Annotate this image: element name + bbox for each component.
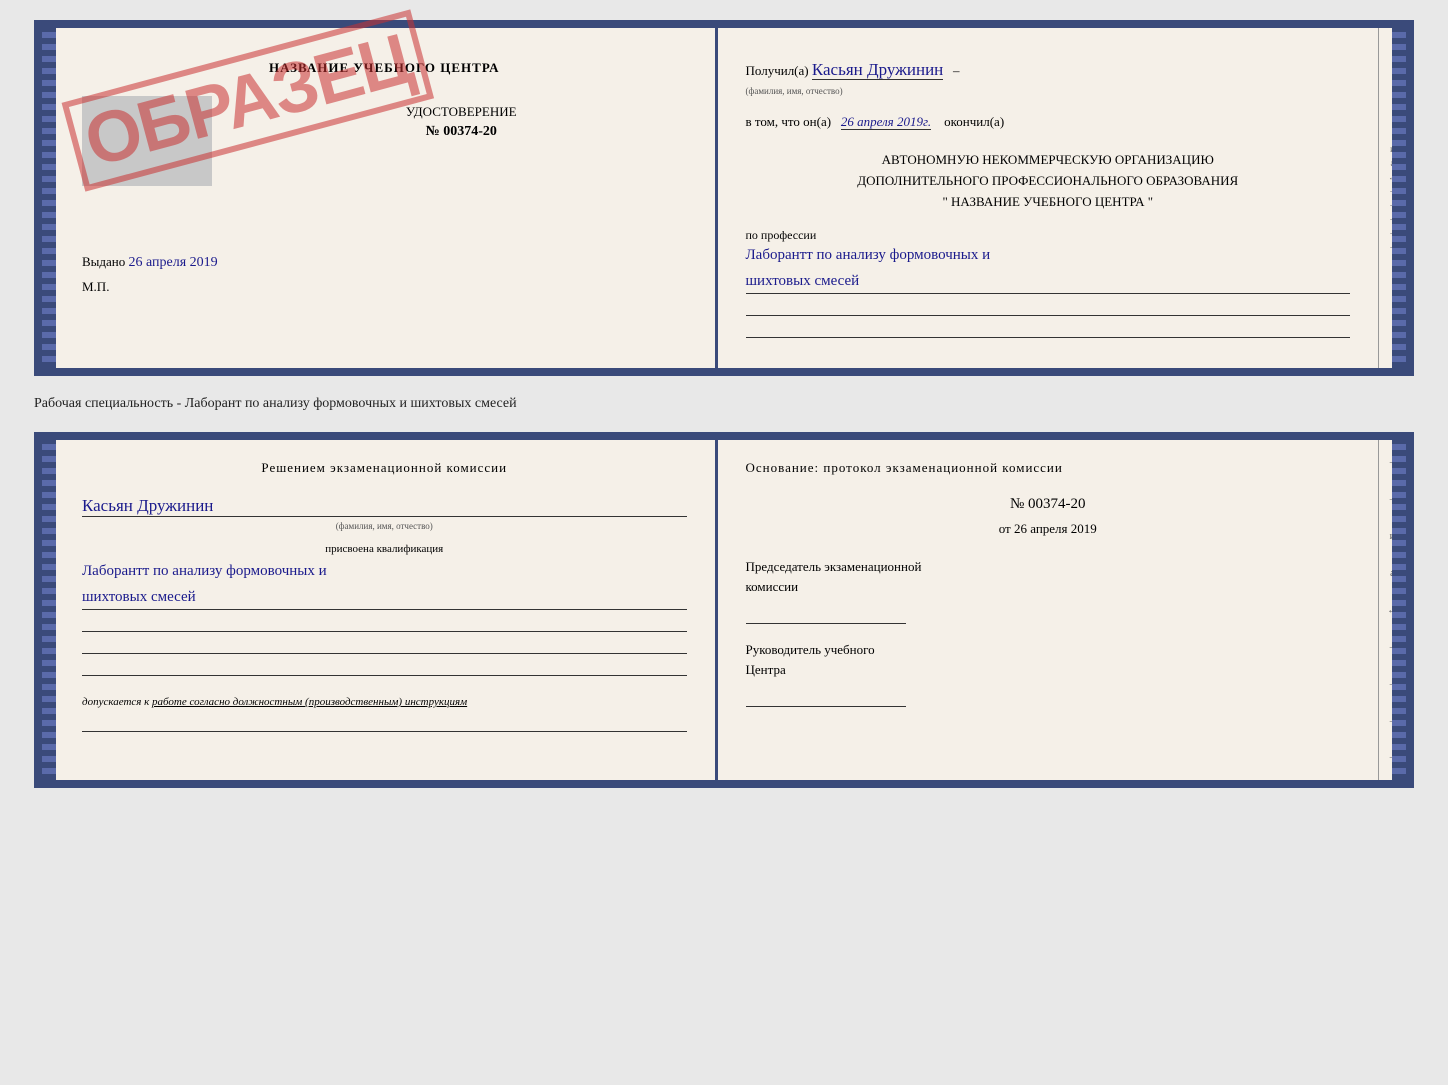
po-professii-block: по профессии Лаборантт по анализу формов… <box>746 228 1351 338</box>
rukovoditel-line2: Центра <box>746 660 1351 680</box>
completed-date: 26 апреля 2019г. <box>841 114 931 130</box>
po-professii-label: по профессии <box>746 228 1351 243</box>
top-right-half: Получил(a) Касьян Дружинин – (фамилия, и… <box>718 28 1379 368</box>
predsedatel-signature <box>746 604 906 624</box>
predsedatel-line1: Председатель экзаменационной <box>746 557 1351 577</box>
rukovoditel-block: Руководитель учебного Центра <box>746 640 1351 707</box>
photo-placeholder <box>82 96 212 186</box>
mp-label: М.П. <box>82 279 687 295</box>
predsedatel-block: Председатель экзаменационной комиссии <box>746 557 1351 624</box>
qualification-line1: Лаборантт по анализу формовочных и <box>82 559 687 583</box>
prisvoena-label: присвоена квалификация <box>82 543 687 555</box>
bottom-name-handwritten: Касьян Дружинин <box>82 496 687 517</box>
bottom-document: Решением экзаменационной комиссии Касьян… <box>34 432 1414 788</box>
empty-line-2 <box>746 318 1351 338</box>
fio-small-top: (фамилия, имя, отчество) <box>746 86 843 96</box>
vydano-date: 26 апреля 2019 <box>129 255 218 270</box>
vydano-label: Выдано <box>82 254 125 269</box>
cert-title: НАЗВАНИЕ УЧЕБНОГО ЦЕНТРА <box>82 60 687 76</box>
rukovoditel-line1: Руководитель учебного <box>746 640 1351 660</box>
recipient-name: Касьян Дружинин <box>812 60 943 80</box>
org-block: АВТОНОМНУЮ НЕКОММЕРЧЕСКУЮ ОРГАНИЗАЦИЮ ДО… <box>746 150 1351 212</box>
predsedatel-line2: комиссии <box>746 577 1351 597</box>
poluchil-label: Получил(a) <box>746 63 809 78</box>
org-line1: АВТОНОМНУЮ НЕКОММЕРЧЕСКУЮ ОРГАНИЗАЦИЮ <box>746 150 1351 171</box>
ot-line: от 26 апреля 2019 <box>746 521 1351 537</box>
osnovanie-title: Основание: протокол экзаменационной коми… <box>746 460 1351 476</box>
top-left-half: НАЗВАНИЕ УЧЕБНОГО ЦЕНТРА УДОСТОВЕРЕНИЕ №… <box>42 28 718 368</box>
ot-label: от <box>999 521 1011 536</box>
poluchil-line: Получил(a) Касьян Дружинин – (фамилия, и… <box>746 60 1351 98</box>
bottom-empty-line-4 <box>82 712 687 732</box>
bottom-empty-line-1 <box>82 612 687 632</box>
vtom-label: в том, что он(а) <box>746 114 832 129</box>
bottom-empty-line-3 <box>82 656 687 676</box>
dopuskaetsya-prefix: допускается к <box>82 696 149 708</box>
dopuskaetsya-text: работе согласно должностным (производств… <box>152 696 467 708</box>
udostoverenie-label: УДОСТОВЕРЕНИЕ <box>236 104 687 120</box>
ot-date: 26 апреля 2019 <box>1014 521 1097 536</box>
cert-number: № 00374-20 <box>236 124 687 140</box>
rukovoditel-signature <box>746 687 906 707</box>
bottom-right-border <box>1392 440 1406 780</box>
qualification-line2: шихтовых смесей <box>82 585 687 610</box>
org-name: " НАЗВАНИЕ УЧЕБНОГО ЦЕНТРА " <box>746 192 1351 213</box>
bottom-left-half: Решением экзаменационной комиссии Касьян… <box>42 440 718 780</box>
empty-line-1 <box>746 296 1351 316</box>
dopuskaetsya-line: допускается к работе согласно должностны… <box>82 696 687 708</box>
bottom-right-half: Основание: протокол экзаменационной коми… <box>718 440 1379 780</box>
middle-label: Рабочая специальность - Лаборант по анал… <box>34 388 1414 420</box>
profession-line1: Лаборантт по анализу формовочных и <box>746 243 1351 267</box>
org-line2: ДОПОЛНИТЕЛЬНОГО ПРОФЕССИОНАЛЬНОГО ОБРАЗО… <box>746 171 1351 192</box>
vydano-line: Выдано 26 апреля 2019 <box>82 254 687 271</box>
decision-line: Решением экзаменационной комиссии <box>82 460 687 476</box>
profession-line2: шихтовых смесей <box>746 269 1351 294</box>
bottom-empty-line-2 <box>82 634 687 654</box>
bottom-fio-small: (фамилия, имя, отчество) <box>82 521 687 531</box>
vtom-line: в том, что он(а) 26 апреля 2019г. окончи… <box>746 114 1351 130</box>
right-border-decoration <box>1392 28 1406 368</box>
top-document: НАЗВАНИЕ УЧЕБНОГО ЦЕНТРА УДОСТОВЕРЕНИЕ №… <box>34 20 1414 376</box>
okonchil-label: окончил(а) <box>944 114 1004 129</box>
protocol-number: № 00374-20 <box>746 496 1351 513</box>
